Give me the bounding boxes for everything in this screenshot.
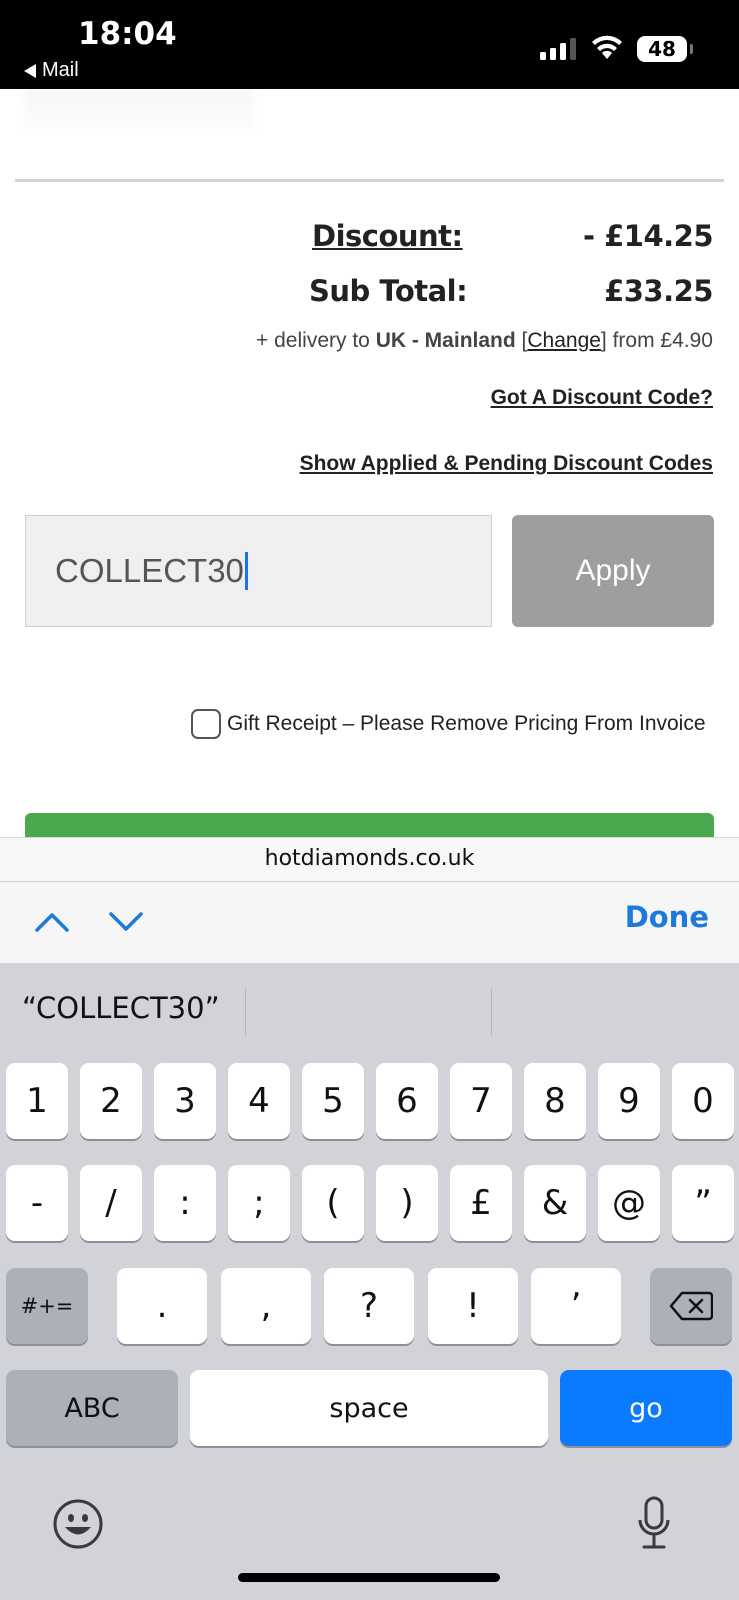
key-9[interactable]: 9 bbox=[598, 1063, 660, 1139]
delivery-change-open: [ bbox=[515, 329, 528, 352]
key-ampersand[interactable]: & bbox=[524, 1165, 586, 1241]
symbols-mode-key[interactable]: #+= bbox=[6, 1268, 88, 1344]
key-3[interactable]: 3 bbox=[154, 1063, 216, 1139]
delete-icon bbox=[669, 1291, 713, 1321]
discount-code-link[interactable]: Got A Discount Code? bbox=[491, 386, 713, 410]
back-label: Mail bbox=[42, 59, 79, 81]
gift-receipt-label: Gift Receipt – Please Remove Pricing Fro… bbox=[227, 712, 706, 735]
checkout-button[interactable] bbox=[25, 813, 714, 837]
key-pound[interactable]: £ bbox=[450, 1165, 512, 1241]
key-question[interactable]: ? bbox=[324, 1268, 414, 1344]
wifi-icon bbox=[592, 35, 622, 59]
emoji-icon[interactable] bbox=[52, 1498, 104, 1550]
key-exclamation[interactable]: ! bbox=[428, 1268, 518, 1344]
chevron-up-icon[interactable] bbox=[34, 906, 70, 936]
suggestion-separator bbox=[245, 988, 246, 1036]
discount-code-value: COLLECT30 bbox=[55, 552, 244, 589]
subtotal-value: £33.25 bbox=[604, 274, 713, 308]
key-close-paren[interactable]: ) bbox=[376, 1165, 438, 1241]
delivery-info: + delivery to UK - Mainland [Change] fro… bbox=[256, 329, 713, 353]
show-discount-codes-link[interactable]: Show Applied & Pending Discount Codes bbox=[300, 452, 713, 476]
delivery-region: UK - Mainland bbox=[375, 329, 516, 352]
back-to-mail-button[interactable]: Mail bbox=[24, 59, 79, 82]
key-slash[interactable]: / bbox=[80, 1165, 142, 1241]
key-hyphen[interactable]: - bbox=[6, 1165, 68, 1241]
status-bar: 18:04 Mail 48 bbox=[0, 0, 739, 89]
gift-receipt-checkbox[interactable] bbox=[191, 709, 221, 739]
status-time: 18:04 bbox=[78, 16, 177, 52]
url-bar[interactable]: hotdiamonds.co.uk bbox=[0, 837, 739, 881]
blurred-content bbox=[24, 89, 254, 129]
key-1[interactable]: 1 bbox=[6, 1063, 68, 1139]
discount-value: - £14.25 bbox=[582, 219, 714, 253]
key-comma[interactable]: , bbox=[221, 1268, 311, 1344]
key-7[interactable]: 7 bbox=[450, 1063, 512, 1139]
chevron-down-icon[interactable] bbox=[108, 906, 144, 936]
text-caret bbox=[244, 552, 248, 590]
autocomplete-suggestion[interactable]: “COLLECT30” bbox=[22, 991, 220, 1025]
back-arrow-icon bbox=[24, 63, 36, 78]
abc-key[interactable]: ABC bbox=[6, 1370, 178, 1446]
key-open-paren[interactable]: ( bbox=[302, 1165, 364, 1241]
key-8[interactable]: 8 bbox=[524, 1063, 586, 1139]
key-quote[interactable]: ” bbox=[672, 1165, 734, 1241]
key-at[interactable]: @ bbox=[598, 1165, 660, 1241]
key-semicolon[interactable]: ; bbox=[228, 1165, 290, 1241]
key-2[interactable]: 2 bbox=[80, 1063, 142, 1139]
key-colon[interactable]: : bbox=[154, 1165, 216, 1241]
key-4[interactable]: 4 bbox=[228, 1063, 290, 1139]
microphone-icon[interactable] bbox=[636, 1496, 672, 1552]
delivery-prefix: + delivery to bbox=[256, 329, 376, 352]
keyboard-accessory-bar: Done bbox=[0, 881, 739, 963]
gift-receipt-option[interactable]: Gift Receipt – Please Remove Pricing Fro… bbox=[191, 709, 706, 739]
key-0[interactable]: 0 bbox=[672, 1063, 734, 1139]
signal-icon bbox=[540, 38, 576, 60]
key-5[interactable]: 5 bbox=[302, 1063, 364, 1139]
key-6[interactable]: 6 bbox=[376, 1063, 438, 1139]
keyboard: “COLLECT30” 1 2 3 4 5 6 7 8 9 0 - / : ; … bbox=[0, 963, 739, 1600]
space-key[interactable]: space bbox=[190, 1370, 548, 1446]
apply-button[interactable]: Apply bbox=[512, 515, 714, 627]
key-apostrophe[interactable]: ’ bbox=[531, 1268, 621, 1344]
divider bbox=[15, 179, 724, 182]
battery-icon: 48 bbox=[637, 36, 693, 62]
go-key[interactable]: go bbox=[560, 1370, 732, 1446]
discount-label: Discount: bbox=[312, 219, 463, 253]
checkout-page: Discount: - £14.25 Sub Total: £33.25 + d… bbox=[0, 89, 739, 837]
discount-code-input[interactable]: COLLECT30 bbox=[25, 515, 492, 627]
suggestion-separator bbox=[491, 988, 492, 1036]
key-period[interactable]: . bbox=[117, 1268, 207, 1344]
change-delivery-link[interactable]: Change bbox=[527, 329, 601, 352]
delete-key[interactable] bbox=[650, 1268, 732, 1344]
done-button[interactable]: Done bbox=[625, 900, 709, 934]
delivery-from: from £4.90 bbox=[606, 329, 713, 352]
subtotal-label: Sub Total: bbox=[309, 274, 468, 308]
home-indicator[interactable] bbox=[238, 1573, 500, 1582]
